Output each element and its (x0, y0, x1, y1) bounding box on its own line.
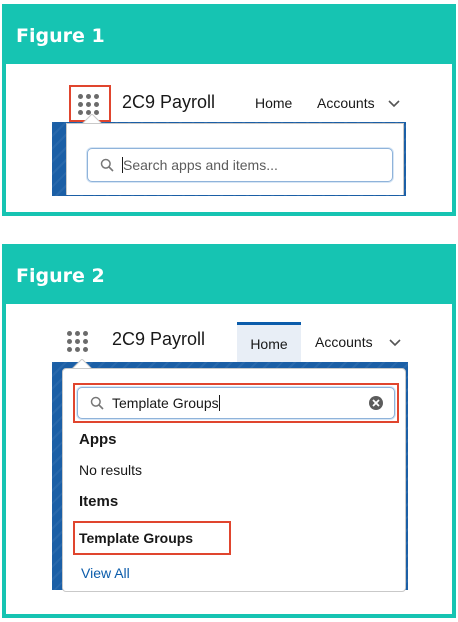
figure-1-screenshot: 2C9 Payroll Home Accounts Search apps an… (6, 64, 452, 212)
search-highlight-box (73, 383, 399, 423)
figure-1-title: Figure 1 (6, 8, 452, 64)
view-all-link[interactable]: View All (81, 565, 130, 581)
app-launcher-panel: Template Groups Apps No results Items Te… (62, 368, 406, 592)
apps-heading: Apps (79, 431, 117, 448)
search-input[interactable]: Search apps and items... (87, 148, 393, 182)
figure-2: Figure 2 2C9 Payroll Home Accounts Templ… (2, 244, 456, 618)
app-launcher-grid-icon[interactable] (60, 324, 94, 358)
app-name: 2C9 Payroll (112, 329, 206, 349)
nav-accounts[interactable]: Accounts (315, 334, 373, 350)
apps-no-results: No results (79, 462, 143, 478)
figure-2-title: Figure 2 (6, 248, 452, 304)
result-highlight-box (73, 521, 231, 555)
nav-home[interactable]: Home (255, 95, 292, 111)
search-placeholder: Search apps and items... (122, 157, 278, 173)
nav-home[interactable]: Home (237, 322, 301, 362)
nav-accounts[interactable]: Accounts (317, 95, 375, 111)
items-heading: Items (79, 493, 119, 510)
figure-2-screenshot: 2C9 Payroll Home Accounts Template Group… (6, 314, 452, 614)
chevron-down-icon[interactable] (388, 338, 402, 348)
chevron-down-icon[interactable] (387, 99, 401, 109)
app-launcher-panel: Search apps and items... (66, 123, 404, 195)
search-icon (100, 158, 114, 172)
figure-1: Figure 1 2C9 Payroll Home Accounts Searc… (2, 4, 456, 216)
app-name: 2C9 Payroll (122, 92, 216, 112)
